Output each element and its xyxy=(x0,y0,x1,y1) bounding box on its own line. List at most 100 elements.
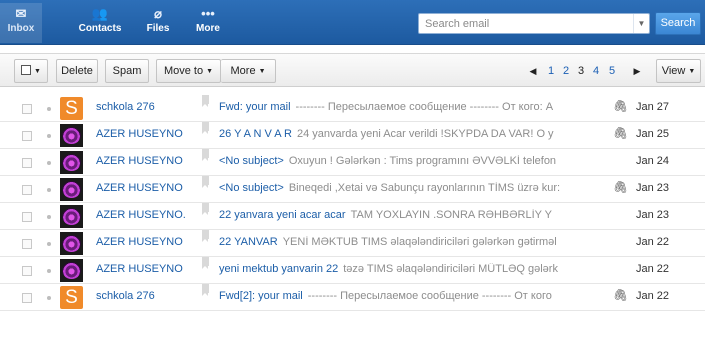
move-to-button[interactable]: Move to ▼ xyxy=(156,59,221,83)
message-preview: təzə TIMS əlaqələndiriciləri MÜTLƏQ gələ… xyxy=(343,263,558,275)
unread-dot-icon[interactable] xyxy=(47,215,51,219)
ellipsis-icon: ••• xyxy=(201,6,215,21)
message-preview: TAM YOXLAYIN .SONRA RƏHBƏRLİY Y xyxy=(350,209,552,221)
avatar xyxy=(60,124,83,147)
page-link-5[interactable]: 5 xyxy=(609,61,615,81)
unread-dot-icon[interactable] xyxy=(47,296,51,300)
attachment-icon: 🖇 xyxy=(613,180,629,194)
unread-dot-icon[interactable] xyxy=(47,134,51,138)
nav-files[interactable]: ⌀ Files xyxy=(140,6,176,40)
message-sender: AZER HUSEYNO xyxy=(96,182,183,194)
message-content: <No subject> Bineqedi ,Xetai və Sabunçu r… xyxy=(219,182,598,194)
unread-dot-icon[interactable] xyxy=(47,269,51,273)
message-row[interactable]: AZER HUSEYNO 26 Y A N V A R 24 yanvarda ye… xyxy=(0,122,705,149)
unread-dot-icon[interactable] xyxy=(47,107,51,111)
message-date: Jan 25 xyxy=(636,128,670,140)
message-preview: -------- Пересылаемое сообщение --------… xyxy=(307,290,552,302)
nav-files-label: Files xyxy=(146,23,170,34)
page-link-1[interactable]: 1 xyxy=(548,61,554,81)
message-content: Fwd: your mail -------- Пересылаемое сооб… xyxy=(219,101,598,113)
message-checkbox[interactable] xyxy=(22,131,32,141)
message-row[interactable]: AZER HUSEYNO. 22 yanvara yeni acar acar TA… xyxy=(0,203,705,230)
nav-more-label: More xyxy=(196,23,220,34)
attachment-icon: 🖇 xyxy=(613,126,629,140)
search-options-dropdown[interactable]: ▼ xyxy=(633,14,649,33)
select-all-dropdown[interactable]: ▼ xyxy=(14,59,48,83)
message-subject: <No subject> xyxy=(219,182,284,194)
more-actions-label: More xyxy=(230,65,256,77)
more-actions-button[interactable]: More ▼ xyxy=(221,59,276,83)
nav-contacts-label: Contacts xyxy=(78,23,122,34)
message-preview: YENİ MƏKTUB TIMS əlaqələndiriciləri gələ… xyxy=(282,236,557,248)
nav-inbox[interactable]: ✉ Inbox xyxy=(0,3,42,43)
message-row[interactable]: AZER HUSEYNO <No subject> Oxuyun ! Gələrkə… xyxy=(0,149,705,176)
flag-icon[interactable] xyxy=(202,203,209,215)
flag-icon[interactable] xyxy=(202,284,209,296)
message-checkbox[interactable] xyxy=(22,293,32,303)
chevron-down-icon: ▼ xyxy=(258,68,266,75)
message-date: Jan 22 xyxy=(636,236,670,248)
chevron-down-icon: ▼ xyxy=(34,68,41,75)
message-checkbox[interactable] xyxy=(22,239,32,249)
avatar xyxy=(60,259,83,282)
message-subject: Fwd: your mail xyxy=(219,101,291,113)
flag-icon[interactable] xyxy=(202,230,209,242)
select-all-checkbox[interactable] xyxy=(21,65,32,75)
nav-inbox-label: Inbox xyxy=(7,23,35,34)
message-date: Jan 24 xyxy=(636,155,670,167)
delete-button[interactable]: Delete xyxy=(56,59,98,83)
avatar xyxy=(60,232,83,255)
chevron-down-icon: ▼ xyxy=(688,68,696,75)
message-sender: AZER HUSEYNO xyxy=(96,155,183,167)
top-navigation-bar: ✉ Inbox 👥 Contacts ⌀ Files ••• More ▼ Se… xyxy=(0,0,705,45)
unread-dot-icon[interactable] xyxy=(47,188,51,192)
search-input[interactable] xyxy=(419,14,631,33)
avatar xyxy=(60,151,83,174)
message-subject: <No subject> xyxy=(219,155,284,167)
message-checkbox[interactable] xyxy=(22,158,32,168)
flag-icon[interactable] xyxy=(202,122,209,134)
message-checkbox[interactable] xyxy=(22,185,32,195)
nav-contacts[interactable]: 👥 Contacts xyxy=(74,6,126,40)
message-row[interactable]: Sschkola 276 Fwd: your mail -------- Перес… xyxy=(0,95,705,122)
search-button[interactable]: Search xyxy=(655,12,701,35)
unread-dot-icon[interactable] xyxy=(47,242,51,246)
message-content: 22 yanvara yeni acar acar TAM YOXLAYIN .S… xyxy=(219,209,598,221)
message-content: 22 YANVAR YENİ MƏKTUB TIMS əlaqələndirici… xyxy=(219,236,598,248)
contacts-icon: 👥 xyxy=(91,6,109,21)
flag-icon[interactable] xyxy=(202,95,209,107)
attachment-icon: 🖇 xyxy=(613,288,629,302)
avatar: S xyxy=(60,286,83,309)
message-subject: Fwd[2]: your mail xyxy=(219,290,303,302)
message-sender: AZER HUSEYNO xyxy=(96,263,183,275)
message-checkbox[interactable] xyxy=(22,104,32,114)
message-row[interactable]: AZER HUSEYNO 22 YANVAR YENİ MƏKTUB TIMS əl… xyxy=(0,230,705,257)
chevron-down-icon: ▼ xyxy=(206,68,214,75)
message-checkbox[interactable] xyxy=(22,266,32,276)
view-button[interactable]: View ▼ xyxy=(656,59,701,83)
message-preview: Oxuyun ! Gələrkən : Tims programını ƏVVƏ… xyxy=(288,155,557,167)
inbox-icon: ✉ xyxy=(15,6,27,21)
message-checkbox[interactable] xyxy=(22,212,32,222)
message-row[interactable]: AZER HUSEYNO <No subject> Bineqedi ,Xetai … xyxy=(0,176,705,203)
flag-icon[interactable] xyxy=(202,149,209,161)
flag-icon[interactable] xyxy=(202,176,209,188)
avatar: S xyxy=(60,97,83,120)
flag-icon[interactable] xyxy=(202,257,209,269)
previous-page-icon[interactable]: ◀ xyxy=(524,61,542,81)
message-row[interactable]: AZER HUSEYNO yeni mektub yanvarin 22 təzə … xyxy=(0,257,705,284)
message-row[interactable]: Sschkola 276 Fwd[2]: your mail -------- Пе… xyxy=(0,284,705,311)
nav-more[interactable]: ••• More xyxy=(190,6,226,40)
message-sender: schkola 276 xyxy=(96,101,155,113)
next-page-icon[interactable]: ▶ xyxy=(628,61,646,81)
message-date: Jan 22 xyxy=(636,263,670,275)
page-link-4[interactable]: 4 xyxy=(593,61,599,81)
message-subject: 22 YANVAR xyxy=(219,236,278,248)
avatar xyxy=(60,178,83,201)
page-link-2[interactable]: 2 xyxy=(563,61,569,81)
paperclip-icon: ⌀ xyxy=(154,6,162,21)
spam-button[interactable]: Spam xyxy=(105,59,149,83)
unread-dot-icon[interactable] xyxy=(47,161,51,165)
mail-toolbar: ▼ Delete Spam Move to ▼ More ▼ ◀ 1 2 3 4 5… xyxy=(0,53,705,87)
message-date: Jan 27 xyxy=(636,101,670,113)
